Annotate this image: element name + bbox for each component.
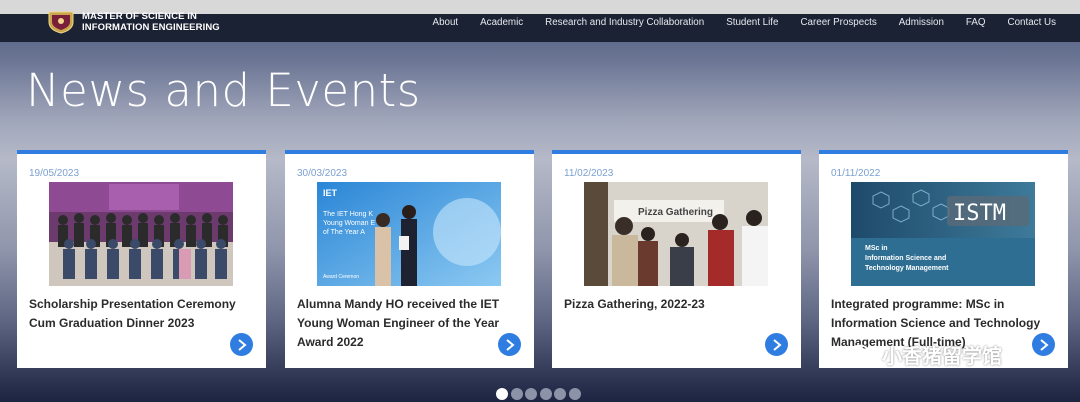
nav-career-prospects[interactable]: Career Prospects: [800, 17, 876, 28]
card4-image-line-3: Technology Management: [865, 265, 949, 272]
card-image-istm: ISTM MSc in Information Science and Tech…: [851, 182, 1035, 286]
nav-academic[interactable]: Academic: [480, 17, 523, 28]
chevron-right-icon: [505, 338, 515, 351]
wechat-icon: [850, 344, 876, 364]
nav-research[interactable]: Research and Industry Collaboration: [545, 17, 704, 28]
nav-about[interactable]: About: [433, 17, 459, 28]
card-date: 19/05/2023: [29, 168, 80, 179]
card-date: 11/02/2023: [564, 168, 614, 179]
news-card[interactable]: 11/02/2023 Pizza Gathering Pizza Gatheri…: [552, 150, 801, 368]
card2-image-award: Award Ceremon: [323, 274, 359, 280]
chevron-right-icon: [772, 338, 782, 351]
nav-faq[interactable]: FAQ: [966, 17, 986, 28]
site-logo[interactable]: MASTER OF SCIENCE IN INFORMATION ENGINEE…: [46, 10, 220, 34]
card2-image-line-3: of The Year A: [323, 229, 365, 236]
carousel-dot[interactable]: [554, 388, 567, 400]
card-arrow-button[interactable]: [765, 333, 788, 356]
card2-image-line-2: Young Woman E: [323, 220, 375, 227]
card-image-pizza-gathering: Pizza Gathering: [584, 182, 768, 286]
nav-admission[interactable]: Admission: [899, 17, 944, 28]
main-nav: About Academic Research and Industry Col…: [411, 17, 1056, 28]
university-crest-icon: [46, 10, 76, 34]
news-card[interactable]: 30/03/2023 IET The IET Hong K Young Woma…: [285, 150, 534, 368]
top-navbar: MASTER OF SCIENCE IN INFORMATION ENGINEE…: [0, 0, 1080, 42]
carousel-dot[interactable]: [510, 388, 523, 400]
logo-line-2: INFORMATION ENGINEERING: [82, 22, 220, 33]
news-carousel: 19/05/2023 Scholarship Presentation Cere…: [17, 150, 1080, 370]
news-card[interactable]: 19/05/2023 Scholarship Presentation Cere…: [17, 150, 266, 368]
card-arrow-button[interactable]: [230, 333, 253, 356]
card4-image-badge: ISTM: [953, 201, 1006, 226]
logo-line-1: MASTER OF SCIENCE IN: [82, 11, 197, 22]
card2-image-line-1: The IET Hong K: [323, 211, 373, 218]
card-title[interactable]: Pizza Gathering, 2022-23: [564, 295, 792, 314]
card-date: 30/03/2023: [297, 168, 348, 179]
carousel-dot[interactable]: [525, 388, 538, 400]
card-arrow-button[interactable]: [498, 333, 521, 356]
card4-image-line-2: Information Science and: [865, 255, 946, 262]
nav-student-life[interactable]: Student Life: [726, 17, 778, 28]
nav-contact-us[interactable]: Contact Us: [1008, 17, 1056, 28]
carousel-pagination: [496, 388, 584, 400]
card-title[interactable]: Scholarship Presentation Ceremony Cum Gr…: [29, 295, 257, 333]
card-title[interactable]: Alumna Mandy HO received the IET Young W…: [297, 295, 525, 352]
chevron-right-icon: [1039, 338, 1049, 351]
page-title: News and Events: [26, 64, 421, 117]
card-date: 01/11/2022: [831, 168, 881, 179]
watermark: 小香猪留学馆: [850, 340, 1002, 369]
watermark-text: 小香猪留学馆: [882, 346, 1002, 368]
logo-text: MASTER OF SCIENCE IN INFORMATION ENGINEE…: [82, 11, 220, 33]
card3-image-text: Pizza Gathering: [638, 207, 713, 218]
carousel-dot[interactable]: [539, 388, 552, 400]
card-arrow-button[interactable]: [1032, 333, 1055, 356]
card4-image-line-1: MSc in: [865, 245, 888, 252]
news-card[interactable]: 01/11/2022 ISTM MSc in Information Scien…: [819, 150, 1068, 368]
svg-text:IET: IET: [323, 188, 338, 198]
carousel-dot[interactable]: [568, 388, 581, 400]
card-image-graduation-photo: [49, 182, 233, 286]
chevron-right-icon: [237, 338, 247, 351]
carousel-dot[interactable]: [496, 388, 508, 400]
card-image-iet-award: IET The IET Hong K Young Woman E of The …: [317, 182, 501, 286]
